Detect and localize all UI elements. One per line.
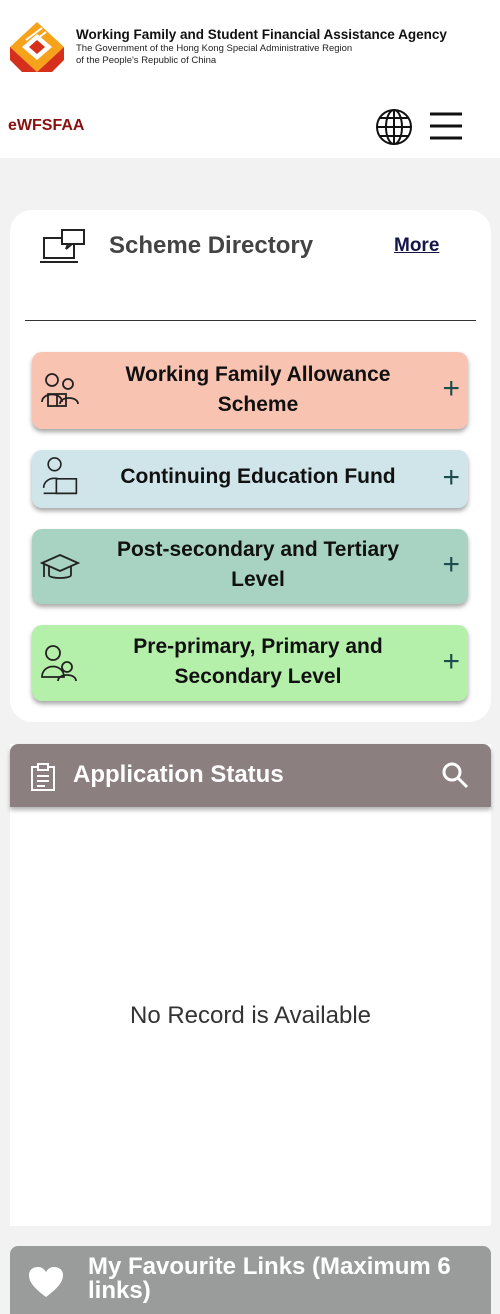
agency-logo-icon[interactable] [8,20,66,74]
laptop-chat-icon [40,229,85,263]
divider [25,320,476,321]
government-line-2: of the People's Republic of China [76,55,217,66]
application-status-panel: Application Status No Record is Availabl… [10,744,491,1226]
scheme-post-secondary-tertiary[interactable]: Post-secondary and Tertiary Level + [32,529,468,604]
heart-icon [29,1267,63,1297]
expand-plus-icon[interactable]: + [442,374,460,404]
search-icon[interactable] [441,761,469,789]
hamburger-menu-icon[interactable] [428,110,464,142]
globe-icon[interactable] [374,107,414,147]
graduation-cap-icon [40,554,80,579]
application-status-title: Application Status [73,761,284,788]
expand-plus-icon[interactable]: + [442,463,460,493]
scheme-label: Continuing Education Fund [120,465,396,488]
family-reading-icon [41,373,79,407]
clipboard-icon [31,763,55,791]
agency-name: Working Family and Student Financial Ass… [76,27,447,42]
empty-state-message: No Record is Available [129,1002,372,1029]
favourite-links-header[interactable]: My Favourite Links (Maximum 6 links) [10,1246,491,1314]
scheme-directory-card: Scheme Directory More Working Family All… [10,210,491,722]
person-laptop-icon [42,457,78,495]
scheme-label: Post-secondary and Tertiary Level [116,538,400,591]
scheme-working-family-allowance[interactable]: Working Family Allowance Scheme + [32,352,468,429]
students-icon [41,645,77,682]
brand-title[interactable]: eWFSFAA [8,117,84,135]
scheme-pre-primary-primary-secondary[interactable]: Pre-primary, Primary and Secondary Level… [32,625,468,701]
expand-plus-icon[interactable]: + [442,647,460,677]
expand-plus-icon[interactable]: + [442,550,460,580]
scheme-directory-title: Scheme Directory [109,232,314,259]
more-link[interactable]: More [394,235,439,257]
scheme-label: Working Family Allowance Scheme [125,363,391,416]
government-line-1: The Government of the Hong Kong Special … [76,43,353,54]
application-status-header: Application Status [10,744,491,807]
site-header: Working Family and Student Financial Ass… [0,0,500,158]
favourite-links-title: My Favourite Links (Maximum 6 links) [88,1253,451,1304]
scheme-continuing-education-fund[interactable]: Continuing Education Fund + [32,450,468,508]
scheme-label: Pre-primary, Primary and Secondary Level [133,635,383,688]
